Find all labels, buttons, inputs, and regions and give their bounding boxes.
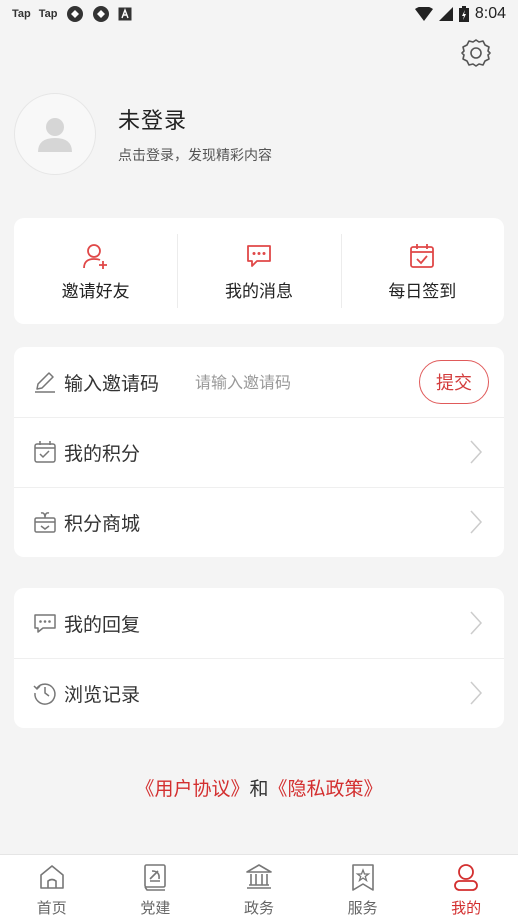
service-bookmark-icon: [347, 861, 379, 893]
tab-government-label: 政务: [243, 899, 274, 917]
invite-code-input[interactable]: [195, 372, 396, 392]
my-points-label: 我的积分: [64, 442, 141, 465]
avatar[interactable]: [14, 93, 96, 175]
privacy-policy-link[interactable]: 《隐私政策》: [269, 778, 383, 800]
my-messages-button[interactable]: 我的消息: [177, 218, 340, 324]
status-right: 8:04: [414, 5, 506, 23]
points-mall-label: 积分商城: [64, 512, 141, 535]
sync-icon-2: [92, 6, 109, 22]
chevron-right-icon: [470, 440, 483, 464]
wifi-icon: [414, 7, 433, 21]
tab-mine[interactable]: 我的: [414, 855, 518, 920]
user-add-icon: [81, 241, 111, 271]
tab-services[interactable]: 服务: [311, 855, 415, 920]
history-clock-icon: [32, 680, 58, 706]
agreement-links: 《用户协议》和《隐私政策》: [0, 774, 518, 801]
status-left: Tap Tap: [12, 5, 132, 23]
submit-invite-button[interactable]: 提交: [419, 360, 489, 404]
points-calendar-icon: [32, 439, 58, 465]
chevron-right-icon: [470, 611, 483, 635]
status-bar: Tap Tap 8:04: [0, 0, 518, 28]
my-replies-label: 我的回复: [64, 613, 141, 636]
daily-checkin-label: 每日签到: [388, 281, 457, 302]
gear-icon: [461, 39, 491, 67]
government-building-icon: [243, 861, 275, 893]
bottom-tabbar: 首页 党建 政务 服务 我的: [0, 854, 518, 920]
calendar-check-icon: [407, 241, 437, 271]
tab-home[interactable]: 首页: [0, 855, 104, 920]
tab-party-building-label: 党建: [140, 899, 171, 917]
profile-icon: [450, 861, 482, 893]
activity-menu-card: 我的回复 浏览记录: [14, 588, 504, 728]
my-messages-label: 我的消息: [224, 281, 293, 302]
home-icon: [36, 861, 68, 893]
reply-bubble-icon: [32, 610, 58, 636]
profile-header[interactable]: 未登录 点击登录，发现精彩内容: [14, 92, 272, 176]
a-box-icon: [118, 7, 131, 21]
invite-friends-button[interactable]: 邀请好友: [14, 218, 177, 324]
tab-mine-label: 我的: [451, 899, 482, 917]
login-status-title[interactable]: 未登录: [118, 103, 272, 135]
quick-actions-card: 邀请好友 我的消息 每日签到: [14, 218, 504, 324]
taptap-label-2: Tap: [38, 8, 58, 20]
default-avatar-icon: [38, 118, 72, 152]
tab-government[interactable]: 政务: [207, 855, 311, 920]
status-time: 8:04: [474, 5, 506, 22]
tab-party-building[interactable]: 党建: [104, 855, 208, 920]
gift-box-icon: [32, 509, 58, 535]
battery-icon: [458, 6, 469, 22]
party-building-icon: [139, 861, 171, 893]
tab-services-label: 服务: [347, 899, 378, 917]
agreement-and: 和: [249, 778, 269, 800]
profile-text: 未登录 点击登录，发现精彩内容: [118, 103, 272, 165]
message-icon: [244, 241, 274, 271]
my-points-row[interactable]: 我的积分: [14, 417, 504, 487]
points-mall-row[interactable]: 积分商城: [14, 487, 504, 557]
browse-history-label: 浏览记录: [64, 683, 141, 706]
chevron-right-icon: [470, 510, 483, 534]
signal-icon: [438, 7, 453, 21]
tab-home-label: 首页: [36, 899, 67, 917]
daily-checkin-button[interactable]: 每日签到: [340, 218, 504, 324]
invite-code-label: 输入邀请码: [64, 372, 160, 395]
browse-history-row[interactable]: 浏览记录: [14, 658, 504, 728]
invite-code-row: 输入邀请码 提交: [14, 347, 504, 417]
chevron-right-icon: [470, 681, 483, 705]
account-menu-card: 输入邀请码 提交 我的积分 积分商城: [14, 347, 504, 557]
my-replies-row[interactable]: 我的回复: [14, 588, 504, 658]
pencil-icon: [32, 369, 58, 395]
login-prompt[interactable]: 点击登录，发现精彩内容: [118, 145, 272, 165]
user-agreement-link[interactable]: 《用户协议》: [135, 778, 249, 800]
settings-button[interactable]: [460, 37, 492, 69]
sync-icon: [66, 6, 83, 22]
invite-friends-label: 邀请好友: [61, 281, 130, 302]
taptap-label-1: Tap: [12, 8, 31, 20]
